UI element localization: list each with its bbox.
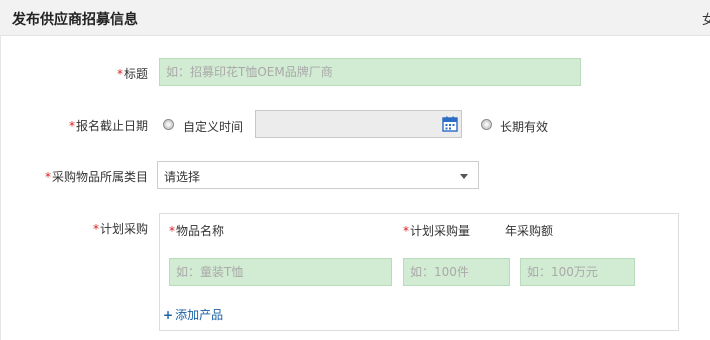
- page-title: 发布供应商招募信息: [12, 12, 138, 28]
- title-label-text: 标题: [123, 67, 148, 81]
- category-select-value: 请选择: [164, 170, 201, 184]
- long-term-radio[interactable]: [481, 119, 492, 130]
- chevron-down-icon: [460, 174, 468, 179]
- required-mark: *: [403, 224, 409, 238]
- required-mark: *: [92, 222, 99, 236]
- column-amount-header: 年采购额: [505, 224, 554, 238]
- product-amount-input[interactable]: [520, 258, 635, 286]
- long-term-label: 长期有效: [500, 120, 549, 134]
- plus-icon: +: [163, 308, 174, 322]
- custom-time-label: 自定义时间: [183, 120, 244, 134]
- deadline-label: *报名截止日期: [50, 117, 148, 134]
- category-label-text: 采购物品所属类目: [51, 170, 148, 184]
- plan-label: *计划采购: [70, 220, 148, 237]
- required-mark: *: [169, 224, 175, 238]
- title-input[interactable]: [159, 58, 581, 86]
- column-quantity-text: 计划采购量: [410, 224, 471, 238]
- header-right-text: 女: [702, 13, 710, 28]
- deadline-label-text: 报名截止日期: [75, 119, 148, 133]
- category-select[interactable]: 请选择: [157, 161, 479, 189]
- product-quantity-input[interactable]: [403, 258, 510, 286]
- left-divider: [0, 36, 1, 340]
- column-name-text: 物品名称: [176, 224, 225, 238]
- deadline-date-input[interactable]: [255, 110, 462, 138]
- add-product-label: 添加产品: [175, 308, 224, 322]
- title-label: *标题: [100, 65, 148, 82]
- page-header: 发布供应商招募信息 女: [0, 0, 710, 36]
- calendar-icon[interactable]: [442, 116, 458, 132]
- category-label: *采购物品所属类目: [20, 168, 148, 185]
- column-name-header: *物品名称: [169, 222, 224, 239]
- required-mark: *: [68, 119, 75, 133]
- custom-time-radio[interactable]: [163, 119, 174, 130]
- plan-label-text: 计划采购: [99, 222, 148, 236]
- column-quantity-header: *计划采购量: [403, 222, 470, 239]
- required-mark: *: [116, 67, 123, 81]
- product-name-input[interactable]: [169, 258, 392, 286]
- required-mark: *: [44, 170, 51, 184]
- add-product-link[interactable]: + 添加产品: [163, 306, 223, 323]
